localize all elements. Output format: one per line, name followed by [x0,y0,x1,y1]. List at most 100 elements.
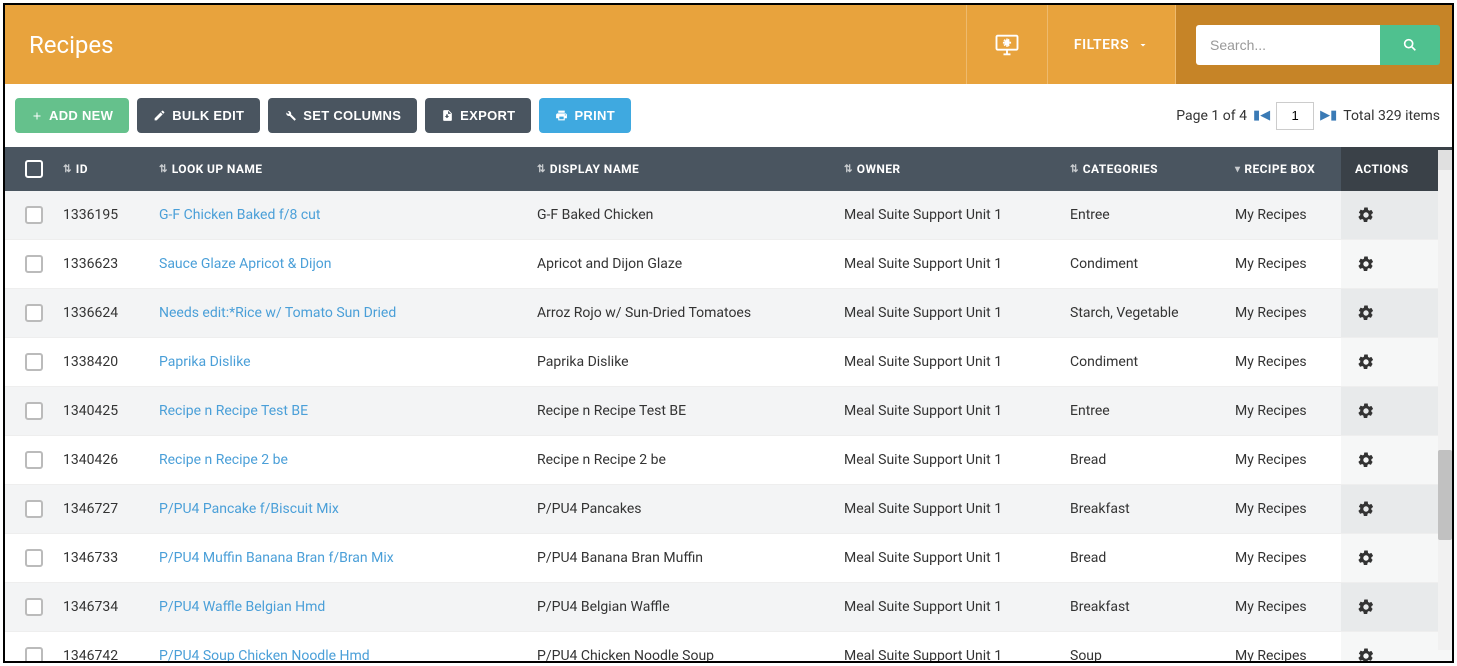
row-actions-button[interactable] [1357,206,1375,224]
sort-icon: ⇅ [537,164,546,175]
scrollbar-track[interactable] [1438,150,1452,650]
lookup-link[interactable]: Sauce Glaze Apricot & Dijon [159,256,332,272]
lookup-link[interactable]: Paprika Dislike [159,354,251,370]
row-actions-button[interactable] [1357,500,1375,518]
lookup-link[interactable]: P/PU4 Soup Chicken Noodle Hmd [159,648,370,663]
lookup-link[interactable]: P/PU4 Pancake f/Biscuit Mix [159,501,339,517]
bulk-edit-button[interactable]: BULK EDIT [137,98,260,133]
chevron-down-icon [1137,39,1149,51]
table-row: 1336195G-F Chicken Baked f/8 cutG-F Bake… [5,191,1452,240]
gear-icon [1357,598,1375,616]
cell-recipe-box: My Recipes [1235,354,1341,370]
row-actions-button[interactable] [1357,402,1375,420]
row-checkbox[interactable] [25,647,43,663]
cell-id: 1340426 [63,452,159,468]
wrench-icon [284,109,297,122]
sort-icon: ⇅ [159,164,168,175]
print-icon [555,109,568,122]
search-icon [1402,37,1418,53]
cell-recipe-box: My Recipes [1235,256,1341,272]
export-icon [441,109,454,122]
cell-display: P/PU4 Belgian Waffle [537,599,844,615]
row-checkbox[interactable] [25,598,43,616]
row-checkbox[interactable] [25,304,43,322]
row-checkbox[interactable] [25,255,43,273]
cell-categories: Breakfast [1070,501,1235,517]
set-columns-button[interactable]: SET COLUMNS [268,98,417,133]
col-lookup[interactable]: ⇅LOOK UP NAME [159,162,537,176]
page-prev-button[interactable]: ▮◀ [1253,108,1270,123]
export-label: EXPORT [460,108,515,123]
lookup-link[interactable]: P/PU4 Waffle Belgian Hmd [159,599,325,615]
cell-categories: Condiment [1070,354,1235,370]
cell-categories: Entree [1070,207,1235,223]
row-checkbox[interactable] [25,206,43,224]
cell-recipe-box: My Recipes [1235,452,1341,468]
table-row: 1340426Recipe n Recipe 2 beRecipe n Reci… [5,436,1452,485]
set-columns-label: SET COLUMNS [303,108,401,123]
sort-desc-icon: ▾ [1235,164,1240,175]
display-settings-button[interactable] [966,5,1048,84]
filters-label: FILTERS [1074,37,1129,53]
search-input[interactable] [1196,25,1380,65]
sort-icon: ⇅ [844,164,853,175]
cell-display: Recipe n Recipe 2 be [537,452,844,468]
row-checkbox[interactable] [25,353,43,371]
edit-icon [153,109,166,122]
sort-icon: ⇅ [63,164,72,175]
lookup-link[interactable]: Recipe n Recipe Test BE [159,403,308,419]
select-all-checkbox[interactable] [25,160,43,178]
row-checkbox[interactable] [25,451,43,469]
row-checkbox[interactable] [25,500,43,518]
cell-display: Arroz Rojo w/ Sun-Dried Tomatoes [537,305,844,321]
scrollbar-thumb[interactable] [1438,450,1452,540]
search-button[interactable] [1380,25,1440,65]
cell-recipe-box: My Recipes [1235,501,1341,517]
table-row: 1346727P/PU4 Pancake f/Biscuit MixP/PU4 … [5,485,1452,534]
cell-recipe-box: My Recipes [1235,648,1341,663]
cell-categories: Condiment [1070,256,1235,272]
col-categories[interactable]: ⇅CATEGORIES [1070,162,1235,176]
cell-owner: Meal Suite Support Unit 1 [844,599,1070,615]
page-next-button[interactable]: ▶▮ [1320,108,1337,123]
cell-id: 1346742 [63,648,159,663]
lookup-link[interactable]: Recipe n Recipe 2 be [159,452,288,468]
col-id[interactable]: ⇅ID [63,162,159,176]
table-row: 1336624Needs edit:*Rice w/ Tomato Sun Dr… [5,289,1452,338]
row-actions-button[interactable] [1357,598,1375,616]
cell-display: P/PU4 Banana Bran Muffin [537,550,844,566]
row-actions-button[interactable] [1357,549,1375,567]
page-input[interactable] [1276,102,1314,130]
row-actions-button[interactable] [1357,304,1375,322]
cell-id: 1346734 [63,599,159,615]
gear-icon [1357,402,1375,420]
cell-categories: Soup [1070,648,1235,663]
add-new-button[interactable]: ADD NEW [15,98,129,133]
row-actions-button[interactable] [1357,353,1375,371]
table-row: 1340425Recipe n Recipe Test BERecipe n R… [5,387,1452,436]
row-checkbox[interactable] [25,549,43,567]
gear-icon [1357,304,1375,322]
lookup-link[interactable]: Needs edit:*Rice w/ Tomato Sun Dried [159,305,396,321]
print-button[interactable]: PRINT [539,98,631,133]
col-recipe-box[interactable]: ▾RECIPE BOX [1235,162,1341,176]
cell-id: 1340425 [63,403,159,419]
table-row: 1346742P/PU4 Soup Chicken Noodle HmdP/PU… [5,632,1452,663]
cell-owner: Meal Suite Support Unit 1 [844,354,1070,370]
page-text: Page 1 of 4 [1176,108,1247,124]
lookup-link[interactable]: P/PU4 Muffin Banana Bran f/Bran Mix [159,550,394,566]
export-button[interactable]: EXPORT [425,98,531,133]
row-checkbox[interactable] [25,402,43,420]
lookup-link[interactable]: G-F Chicken Baked f/8 cut [159,207,320,223]
col-display[interactable]: ⇅DISPLAY NAME [537,162,844,176]
row-actions-button[interactable] [1357,255,1375,273]
cell-recipe-box: My Recipes [1235,599,1341,615]
cell-categories: Starch, Vegetable [1070,305,1235,321]
row-actions-button[interactable] [1357,647,1375,663]
row-actions-button[interactable] [1357,451,1375,469]
table-row: 1338420Paprika DislikePaprika DislikeMea… [5,338,1452,387]
cell-id: 1336623 [63,256,159,272]
col-actions: ACTIONS [1341,147,1452,191]
filters-button[interactable]: FILTERS [1048,5,1176,84]
col-owner[interactable]: ⇅OWNER [844,162,1070,176]
